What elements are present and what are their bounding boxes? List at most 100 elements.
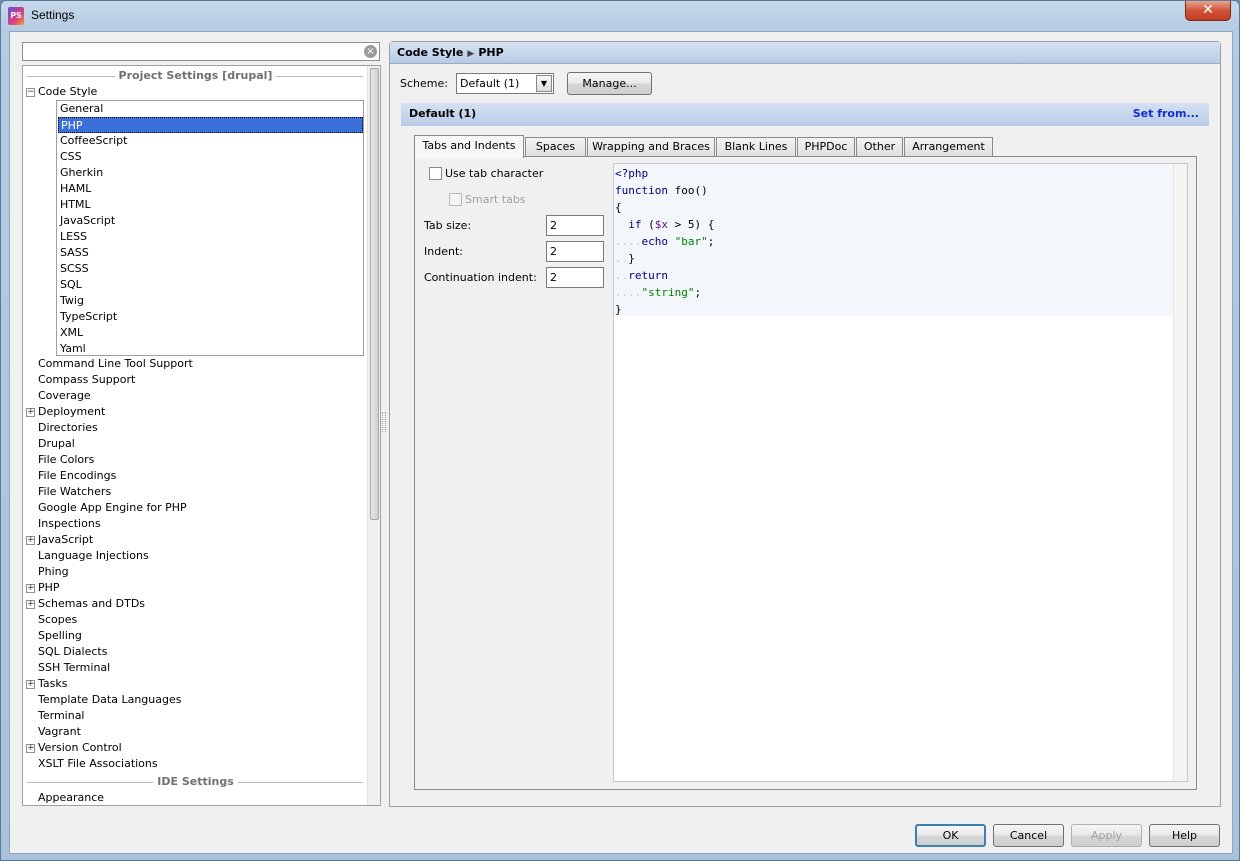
expand-icon[interactable]: + bbox=[26, 584, 35, 593]
code-token: ; bbox=[694, 286, 702, 299]
settings-search-input[interactable]: × bbox=[22, 42, 380, 61]
project-settings-header: Project Settings [drupal] bbox=[23, 68, 368, 84]
tree-node-css[interactable]: CSS bbox=[58, 149, 363, 165]
tree-node-sass[interactable]: SASS bbox=[58, 245, 363, 261]
tab-phpdoc[interactable]: PHPDoc bbox=[797, 137, 855, 157]
tab-size-label: Tab size: bbox=[424, 219, 472, 232]
code-token: <?php bbox=[615, 167, 649, 180]
code-token: function bbox=[615, 184, 668, 197]
use-tab-character-checkbox[interactable] bbox=[429, 167, 442, 180]
tree-node-html[interactable]: HTML bbox=[58, 197, 363, 213]
tree-node-label: Google App Engine for PHP bbox=[38, 501, 187, 514]
code-token: > 5) { bbox=[668, 218, 715, 231]
code-token: ( bbox=[641, 218, 655, 231]
expand-icon[interactable]: + bbox=[26, 408, 35, 417]
tab-blank-lines[interactable]: Blank Lines bbox=[716, 137, 796, 157]
breadcrumb-arrow-icon: ▶ bbox=[467, 49, 475, 59]
smart-tabs-label: Smart tabs bbox=[465, 193, 526, 206]
tabs-and-indents-panel: Use tab character Smart tabs Tab size: 2… bbox=[414, 156, 1197, 790]
tree-node-javascript[interactable]: JavaScript bbox=[58, 213, 363, 229]
title-bar[interactable]: PS Settings ✕ bbox=[1, 1, 1239, 31]
phpstorm-app-icon: PS bbox=[8, 7, 24, 25]
chevron-down-icon[interactable]: ▼ bbox=[536, 75, 552, 92]
tree-node-haml[interactable]: HAML bbox=[58, 181, 363, 197]
tree-node-coffeescript[interactable]: CoffeeScript bbox=[58, 133, 363, 149]
code-token: "bar" bbox=[674, 235, 708, 248]
ok-button[interactable]: OK bbox=[915, 824, 986, 847]
tab-spaces[interactable]: Spaces bbox=[525, 137, 586, 157]
tree-node-label: PHP bbox=[38, 581, 60, 594]
code-line: ..return bbox=[615, 267, 714, 284]
tree-scrollbar-thumb[interactable] bbox=[370, 68, 379, 520]
continuation-indent-label: Continuation indent: bbox=[424, 271, 537, 284]
breadcrumb-php: PHP bbox=[478, 46, 504, 59]
window-close-button[interactable]: ✕ bbox=[1185, 1, 1231, 21]
code-style-children: General PHP CoffeeScript CSS Gherkin HAML HTML… bbox=[56, 100, 364, 356]
project-settings-label: Project Settings [drupal] bbox=[114, 69, 277, 82]
window-title: Settings bbox=[31, 8, 75, 22]
continuation-indent-input[interactable]: 2 bbox=[546, 267, 604, 288]
cancel-button[interactable]: Cancel bbox=[993, 824, 1064, 847]
tab-wrapping-and-braces[interactable]: Wrapping and Braces bbox=[587, 137, 715, 157]
code-lines: <?php function foo(){ if ($x > 5) {....ec… bbox=[615, 165, 714, 318]
manage-button[interactable]: Manage... bbox=[567, 72, 652, 95]
use-tab-character-label[interactable]: Use tab character bbox=[445, 167, 543, 180]
indent-input[interactable]: 2 bbox=[546, 241, 604, 262]
tab-arrangement[interactable]: Arrangement bbox=[904, 137, 993, 157]
smart-tabs-checkbox[interactable] bbox=[449, 193, 462, 206]
expand-icon[interactable]: + bbox=[26, 600, 35, 609]
scheme-section-header: Default (1) Set from... bbox=[401, 103, 1209, 126]
section-title: Default (1) bbox=[409, 107, 477, 120]
set-from-link[interactable]: Set from... bbox=[1133, 103, 1199, 125]
tree-node-php[interactable]: PHP bbox=[58, 117, 363, 133]
expand-icon[interactable]: + bbox=[26, 744, 35, 753]
tree-node-yaml[interactable]: Yaml bbox=[58, 341, 363, 357]
tree-node-xml[interactable]: XML bbox=[58, 325, 363, 341]
tab-other[interactable]: Other bbox=[856, 137, 903, 157]
collapse-icon[interactable]: − bbox=[26, 88, 35, 97]
apply-button[interactable]: Apply bbox=[1071, 824, 1142, 847]
code-token: if bbox=[628, 218, 642, 231]
tree-node-label: Drupal bbox=[38, 437, 75, 450]
code-line: } bbox=[615, 301, 714, 318]
tree-node-label: SQL Dialects bbox=[38, 645, 108, 658]
settings-window: PS Settings ✕ × Project Settings [drupal… bbox=[0, 0, 1240, 861]
code-token: .... bbox=[615, 286, 642, 299]
tree-node-label: Coverage bbox=[38, 389, 91, 402]
tree-node-label: Code Style bbox=[38, 85, 98, 98]
code-token: echo bbox=[641, 235, 669, 248]
tree-node-label: Scopes bbox=[38, 613, 78, 626]
settings-content-panel: Code Style ▶ PHP Scheme: Default (1) ▼ Man… bbox=[389, 41, 1221, 807]
scheme-select[interactable]: Default (1) ▼ bbox=[456, 73, 554, 94]
tree-node-twig[interactable]: Twig bbox=[58, 293, 363, 309]
tree-node-label: Language Injections bbox=[38, 549, 149, 562]
tree-node-scss[interactable]: SCSS bbox=[58, 261, 363, 277]
help-button[interactable]: Help bbox=[1149, 824, 1220, 847]
clear-search-icon[interactable]: × bbox=[364, 45, 377, 58]
tab-tabs-and-indents[interactable]: Tabs and Indents bbox=[414, 135, 524, 158]
code-token: .. bbox=[615, 269, 629, 282]
tree-node-less[interactable]: LESS bbox=[58, 229, 363, 245]
tree-node-sql[interactable]: SQL bbox=[58, 277, 363, 293]
code-token: { bbox=[615, 201, 622, 214]
expand-icon[interactable]: + bbox=[26, 536, 35, 545]
tree-node-gherkin[interactable]: Gherkin bbox=[58, 165, 363, 181]
code-scrollbar[interactable] bbox=[1173, 164, 1187, 781]
code-token: ; bbox=[707, 235, 715, 248]
code-line: <?php bbox=[615, 165, 714, 182]
tree-node-general[interactable]: General bbox=[58, 101, 363, 117]
breadcrumb-code-style: Code Style bbox=[397, 46, 464, 59]
code-preview[interactable]: <?php function foo(){ if ($x > 5) {....ec… bbox=[613, 163, 1188, 782]
expand-icon[interactable]: + bbox=[26, 680, 35, 689]
code-token: $x bbox=[654, 218, 668, 231]
tree-scrollbar[interactable] bbox=[367, 66, 380, 805]
tree-node-label: Spelling bbox=[38, 629, 82, 642]
code-line: if ($x > 5) { bbox=[615, 216, 714, 233]
pane-splitter[interactable] bbox=[382, 412, 386, 432]
tree-node-typescript[interactable]: TypeScript bbox=[58, 309, 363, 325]
tab-size-input[interactable]: 2 bbox=[546, 215, 604, 236]
tree-node-label: Appearance bbox=[38, 791, 105, 804]
tree-node-label: XSLT File Associations bbox=[38, 757, 158, 770]
ide-settings-header: IDE Settings bbox=[23, 774, 368, 790]
